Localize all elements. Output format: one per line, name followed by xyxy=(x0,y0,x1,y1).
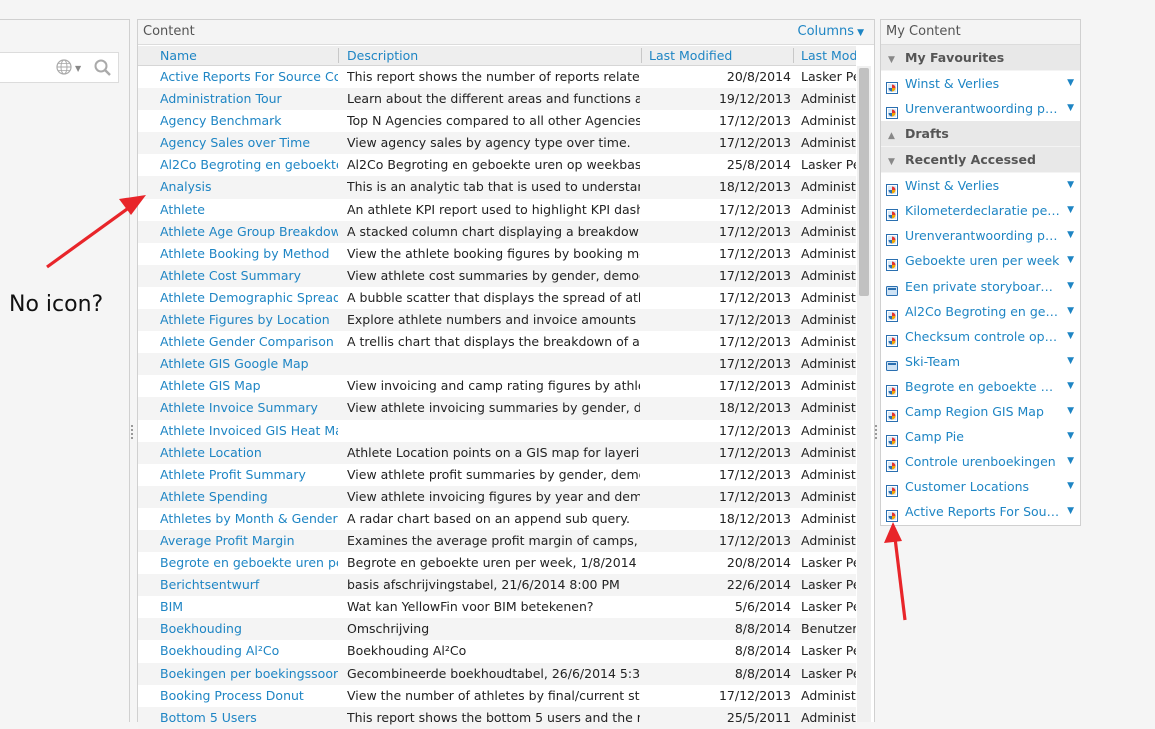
annotation-arrows xyxy=(46,195,907,621)
arrow-icon xyxy=(46,195,146,269)
arrow-icon xyxy=(884,522,907,621)
